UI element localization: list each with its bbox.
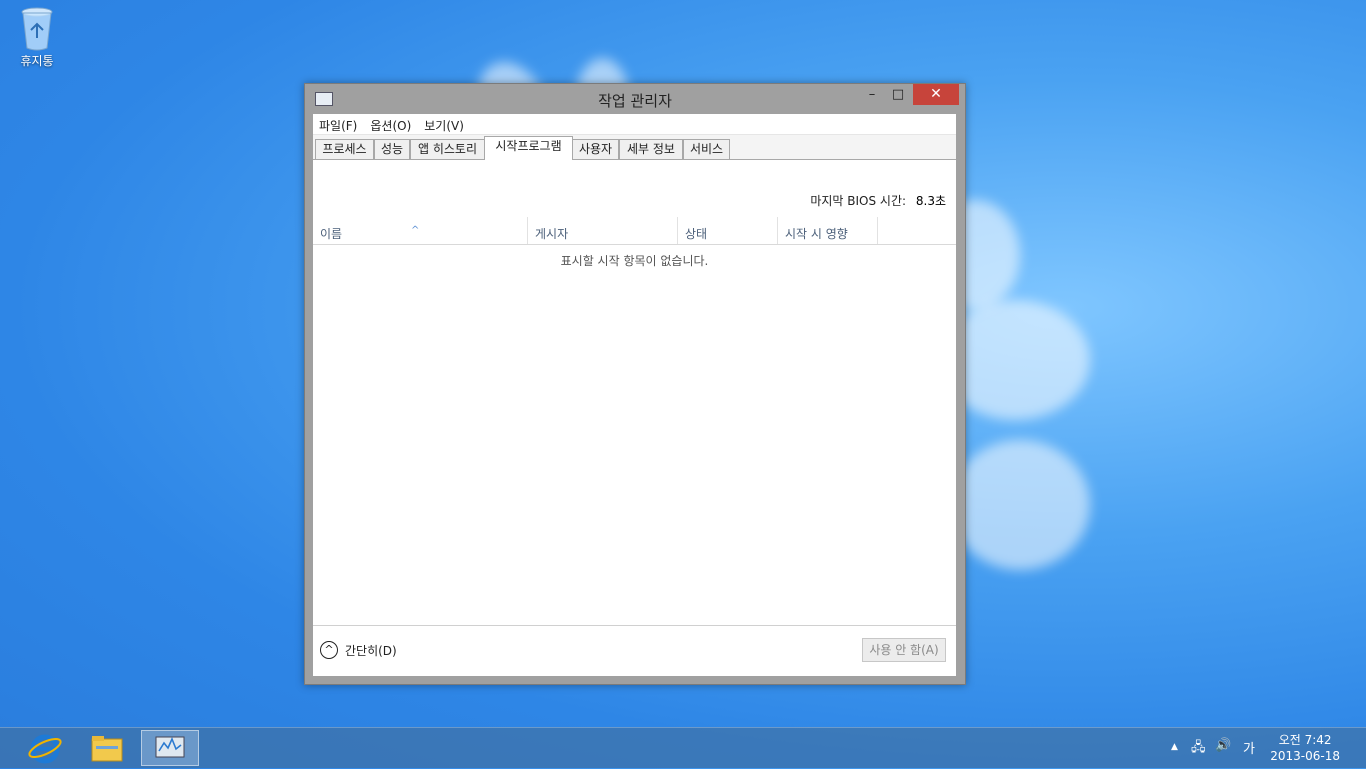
column-header-row: ^ 이름 게시자 상태 시작 시 영향 bbox=[313, 217, 956, 245]
tab-processes[interactable]: 프로세스 bbox=[315, 139, 374, 159]
maximize-button[interactable]: □ bbox=[885, 84, 911, 105]
recycle-bin-label: 휴지통 bbox=[20, 54, 54, 68]
window-client-area: 파일(F) 옵션(O) 보기(V) 프로세스 성능 앱 히스토리 시작프로그램 … bbox=[313, 114, 956, 676]
tab-strip: 프로세스 성능 앱 히스토리 시작프로그램 사용자 세부 정보 서비스 bbox=[313, 135, 956, 160]
internet-explorer-icon[interactable] bbox=[16, 730, 74, 766]
column-startup-impact[interactable]: 시작 시 영향 bbox=[778, 217, 878, 244]
close-button[interactable]: ✕ bbox=[913, 84, 959, 105]
clock-time: 오전 7:42 bbox=[1278, 733, 1332, 747]
volume-icon[interactable]: 🔊 bbox=[1215, 738, 1231, 753]
ime-indicator[interactable]: 가 bbox=[1243, 738, 1255, 757]
bios-time-label: 마지막 BIOS 시간: bbox=[810, 194, 907, 208]
menu-options[interactable]: 옵션(O) bbox=[370, 114, 418, 134]
minimize-button[interactable]: – bbox=[859, 84, 885, 105]
chevron-up-icon: ^ bbox=[320, 641, 338, 659]
tab-details[interactable]: 세부 정보 bbox=[619, 139, 683, 159]
tab-users[interactable]: 사용자 bbox=[572, 139, 619, 159]
fewer-details-button[interactable]: ^ 간단히(D) bbox=[320, 641, 397, 659]
tab-startup[interactable]: 시작프로그램 bbox=[484, 136, 573, 160]
title-bar[interactable]: 작업 관리자 – □ ✕ bbox=[305, 84, 965, 114]
empty-list-message: 표시할 시작 항목이 없습니다. bbox=[560, 254, 709, 268]
task-manager-window: 작업 관리자 – □ ✕ 파일(F) 옵션(O) 보기(V) 프로세스 성능 앱… bbox=[304, 83, 966, 685]
disable-button[interactable]: 사용 안 함(A) bbox=[862, 638, 946, 662]
taskbar-clock[interactable]: 오전 7:42 2013-06-18 bbox=[1270, 732, 1340, 764]
footer-bar: ^ 간단히(D) 사용 안 함(A) bbox=[313, 625, 956, 676]
show-hidden-icons-icon[interactable]: ▲ bbox=[1171, 742, 1178, 752]
recycle-bin-icon bbox=[19, 6, 55, 51]
recycle-bin[interactable]: 휴지통 bbox=[10, 6, 64, 69]
menu-view[interactable]: 보기(V) bbox=[424, 114, 471, 134]
bios-time-value: 8.3초 bbox=[915, 194, 946, 208]
tab-services[interactable]: 서비스 bbox=[683, 139, 730, 159]
fewer-details-label: 간단히(D) bbox=[345, 643, 397, 658]
network-icon[interactable]: 🖧 bbox=[1191, 738, 1206, 760]
clock-date: 2013-06-18 bbox=[1270, 749, 1340, 763]
file-explorer-icon[interactable] bbox=[78, 730, 136, 766]
menu-bar: 파일(F) 옵션(O) 보기(V) bbox=[313, 114, 956, 135]
menu-file[interactable]: 파일(F) bbox=[319, 114, 364, 134]
sort-ascending-icon: ^ bbox=[411, 225, 420, 236]
task-manager-icon[interactable] bbox=[141, 730, 199, 766]
column-status[interactable]: 상태 bbox=[678, 217, 778, 244]
column-name[interactable]: ^ 이름 bbox=[313, 217, 528, 244]
taskbar: ▲ 🖧 🔊 가 오전 7:42 2013-06-18 bbox=[0, 727, 1366, 768]
column-publisher[interactable]: 게시자 bbox=[528, 217, 678, 244]
bios-time: 마지막 BIOS 시간: 8.3초 bbox=[810, 192, 946, 209]
tab-app-history[interactable]: 앱 히스토리 bbox=[410, 139, 485, 159]
tab-performance[interactable]: 성능 bbox=[374, 139, 410, 159]
